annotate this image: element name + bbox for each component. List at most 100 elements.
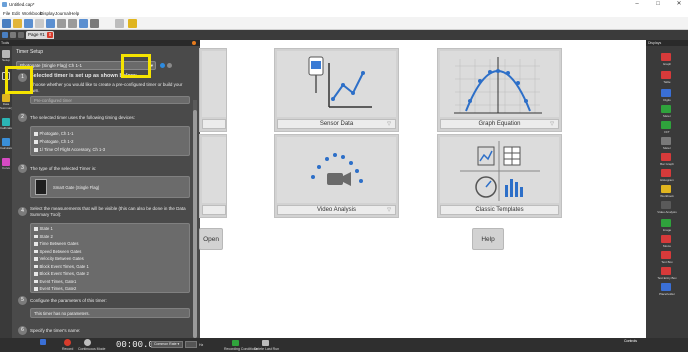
- measurement-item[interactable]: Time Between Gates: [34, 241, 78, 246]
- page-options-icon[interactable]: [10, 32, 16, 38]
- recording-conditions-icon[interactable]: [232, 340, 239, 346]
- menu-display[interactable]: Display: [40, 11, 55, 16]
- settings-icon[interactable]: [115, 19, 124, 28]
- menu-file[interactable]: File: [3, 11, 10, 16]
- controls-button[interactable]: Controls: [624, 339, 637, 343]
- tools-header: Tools: [0, 40, 12, 46]
- page-nav-icon[interactable]: [2, 32, 8, 38]
- panel-scrollbar[interactable]: [193, 100, 197, 338]
- pin-icon[interactable]: [192, 41, 196, 45]
- graph-equation-icon: [454, 57, 542, 114]
- display-label: Digits: [663, 97, 671, 102]
- close-tab-icon[interactable]: x: [47, 32, 53, 38]
- delete-run-icon[interactable]: [262, 340, 269, 346]
- display-workbook[interactable]: Workbook: [646, 184, 688, 199]
- display-bar-graph[interactable]: Bar Graph: [646, 152, 688, 167]
- sensor-data-label: Sensor Data: [319, 121, 354, 127]
- timer-type-box[interactable]: Smart Gate (Single Flag): [30, 176, 190, 198]
- display-placeholder[interactable]: Placeholder: [646, 282, 688, 297]
- tab-page-1[interactable]: Page #1 x: [26, 31, 54, 39]
- measurement-item[interactable]: Block Event Times, Gate 2: [34, 271, 89, 276]
- page-menu-icon[interactable]: [18, 32, 24, 38]
- measurement-item[interactable]: Speed Between Gates: [34, 249, 81, 254]
- measurement-item[interactable]: State 1: [34, 226, 53, 231]
- menu-edit[interactable]: Edit: [12, 11, 20, 16]
- title-bar: Untitled.cap* – □ ✕: [0, 0, 688, 9]
- sampling-icon[interactable]: [40, 339, 46, 345]
- display-digits[interactable]: Digits: [646, 88, 688, 103]
- maximize-button[interactable]: □: [651, 0, 665, 9]
- undo-icon[interactable]: [90, 19, 99, 28]
- display-label: Image: [662, 227, 672, 232]
- measurement-item[interactable]: Block Event Times, Gate 1: [34, 264, 89, 269]
- display-movie[interactable]: Movie: [646, 234, 688, 249]
- tool-data-summary[interactable]: Data Summary: [0, 92, 13, 112]
- toolbar: [0, 17, 688, 30]
- step-1-desc: Choose whether you would like to create …: [30, 82, 183, 93]
- menu-journal[interactable]: Journal: [55, 11, 70, 16]
- display-histogram[interactable]: Histogram: [646, 168, 688, 183]
- measurements-list: State 1 State 2 Time Between Gates Speed…: [30, 223, 190, 293]
- device-item[interactable]: 1/ Time Of Flight Accessory, Ch 1-3: [34, 147, 105, 152]
- menu-help[interactable]: Help: [70, 11, 79, 16]
- timer-type-label: Smart Gate (Single Flag): [53, 185, 100, 190]
- display-label: FFT: [664, 129, 670, 134]
- new-icon[interactable]: [2, 19, 11, 28]
- template-card-sensor-data[interactable]: Sensor Data ▽: [274, 48, 399, 132]
- device-item[interactable]: Photogate, Ch 1-1: [34, 131, 74, 136]
- display-text-entry-box[interactable]: Text Entry Box: [646, 266, 688, 281]
- add-timer-icon[interactable]: [160, 63, 165, 68]
- displays-header: Displays: [646, 40, 688, 46]
- tool-calculator[interactable]: Calculator: [0, 136, 14, 156]
- display-graph[interactable]: Graph: [646, 52, 688, 67]
- display-text-box[interactable]: Text Box: [646, 250, 688, 265]
- tool-calibration[interactable]: Calibration: [0, 116, 14, 136]
- sample-rate-select[interactable]: Common Rate ▾: [151, 341, 183, 348]
- measurement-item[interactable]: Event Times, Gate2: [34, 286, 76, 291]
- tool-setup[interactable]: Setup: [0, 48, 12, 68]
- display-meter[interactable]: Meter: [646, 104, 688, 119]
- save-icon[interactable]: [24, 19, 33, 28]
- open-icon[interactable]: [13, 19, 22, 28]
- dropdown-triangle-icon: ▽: [550, 121, 554, 127]
- measurement-item[interactable]: State 2: [34, 234, 53, 239]
- display-table[interactable]: Table: [646, 70, 688, 85]
- measurement-item[interactable]: Velocity Between Gates: [34, 256, 84, 261]
- minimize-button[interactable]: –: [630, 0, 644, 9]
- page-layout-icon[interactable]: [68, 19, 77, 28]
- rate-value-select[interactable]: [185, 341, 197, 348]
- template-card-video-analysis[interactable]: Video Analysis ▽: [274, 134, 399, 218]
- card-caption: Classic Templates: [440, 205, 559, 215]
- fft-icon: [661, 121, 671, 129]
- add-page-icon[interactable]: [46, 19, 55, 28]
- scrollbar-thumb[interactable]: [193, 110, 197, 338]
- copy-page-icon[interactable]: [57, 19, 66, 28]
- display-icon[interactable]: [79, 19, 88, 28]
- close-button[interactable]: ✕: [672, 0, 686, 9]
- graph-icon: [661, 53, 671, 61]
- parameters-text: This timer has no parameters.: [34, 311, 90, 316]
- display-video-analysis[interactable]: Video Analysis: [646, 200, 688, 215]
- tool-curve[interactable]: Curve: [0, 156, 12, 176]
- display-meter-2[interactable]: Meter: [646, 136, 688, 151]
- template-card-classic-templates[interactable]: Classic Templates: [437, 134, 562, 218]
- measurement-item[interactable]: Event Times, Gate1: [34, 279, 76, 284]
- panel-header: [12, 40, 200, 46]
- template-card-1[interactable]: [199, 48, 227, 132]
- displays-palette: Displays Graph Table Digits Meter FFT Me…: [646, 40, 688, 338]
- remove-timer-icon[interactable]: [167, 63, 172, 68]
- display-fft[interactable]: FFT: [646, 120, 688, 135]
- light-icon[interactable]: [128, 19, 137, 28]
- display-image[interactable]: Image: [646, 218, 688, 233]
- open-button[interactable]: Open: [199, 228, 223, 250]
- template-card-graph-equation[interactable]: Graph Equation ▽: [437, 48, 562, 132]
- continuous-mode-icon[interactable]: [84, 339, 91, 346]
- device-item[interactable]: Photogate, Ch 1-2: [34, 139, 74, 144]
- page-tab-label: Page #1: [28, 32, 45, 37]
- record-icon[interactable]: [64, 339, 71, 346]
- zoom-icon[interactable]: [35, 19, 44, 28]
- help-button[interactable]: Help: [472, 228, 504, 250]
- template-card-4[interactable]: [199, 134, 227, 218]
- step-1-box[interactable]: Pre-configured timer: [30, 96, 190, 104]
- text-box-icon: [661, 251, 671, 259]
